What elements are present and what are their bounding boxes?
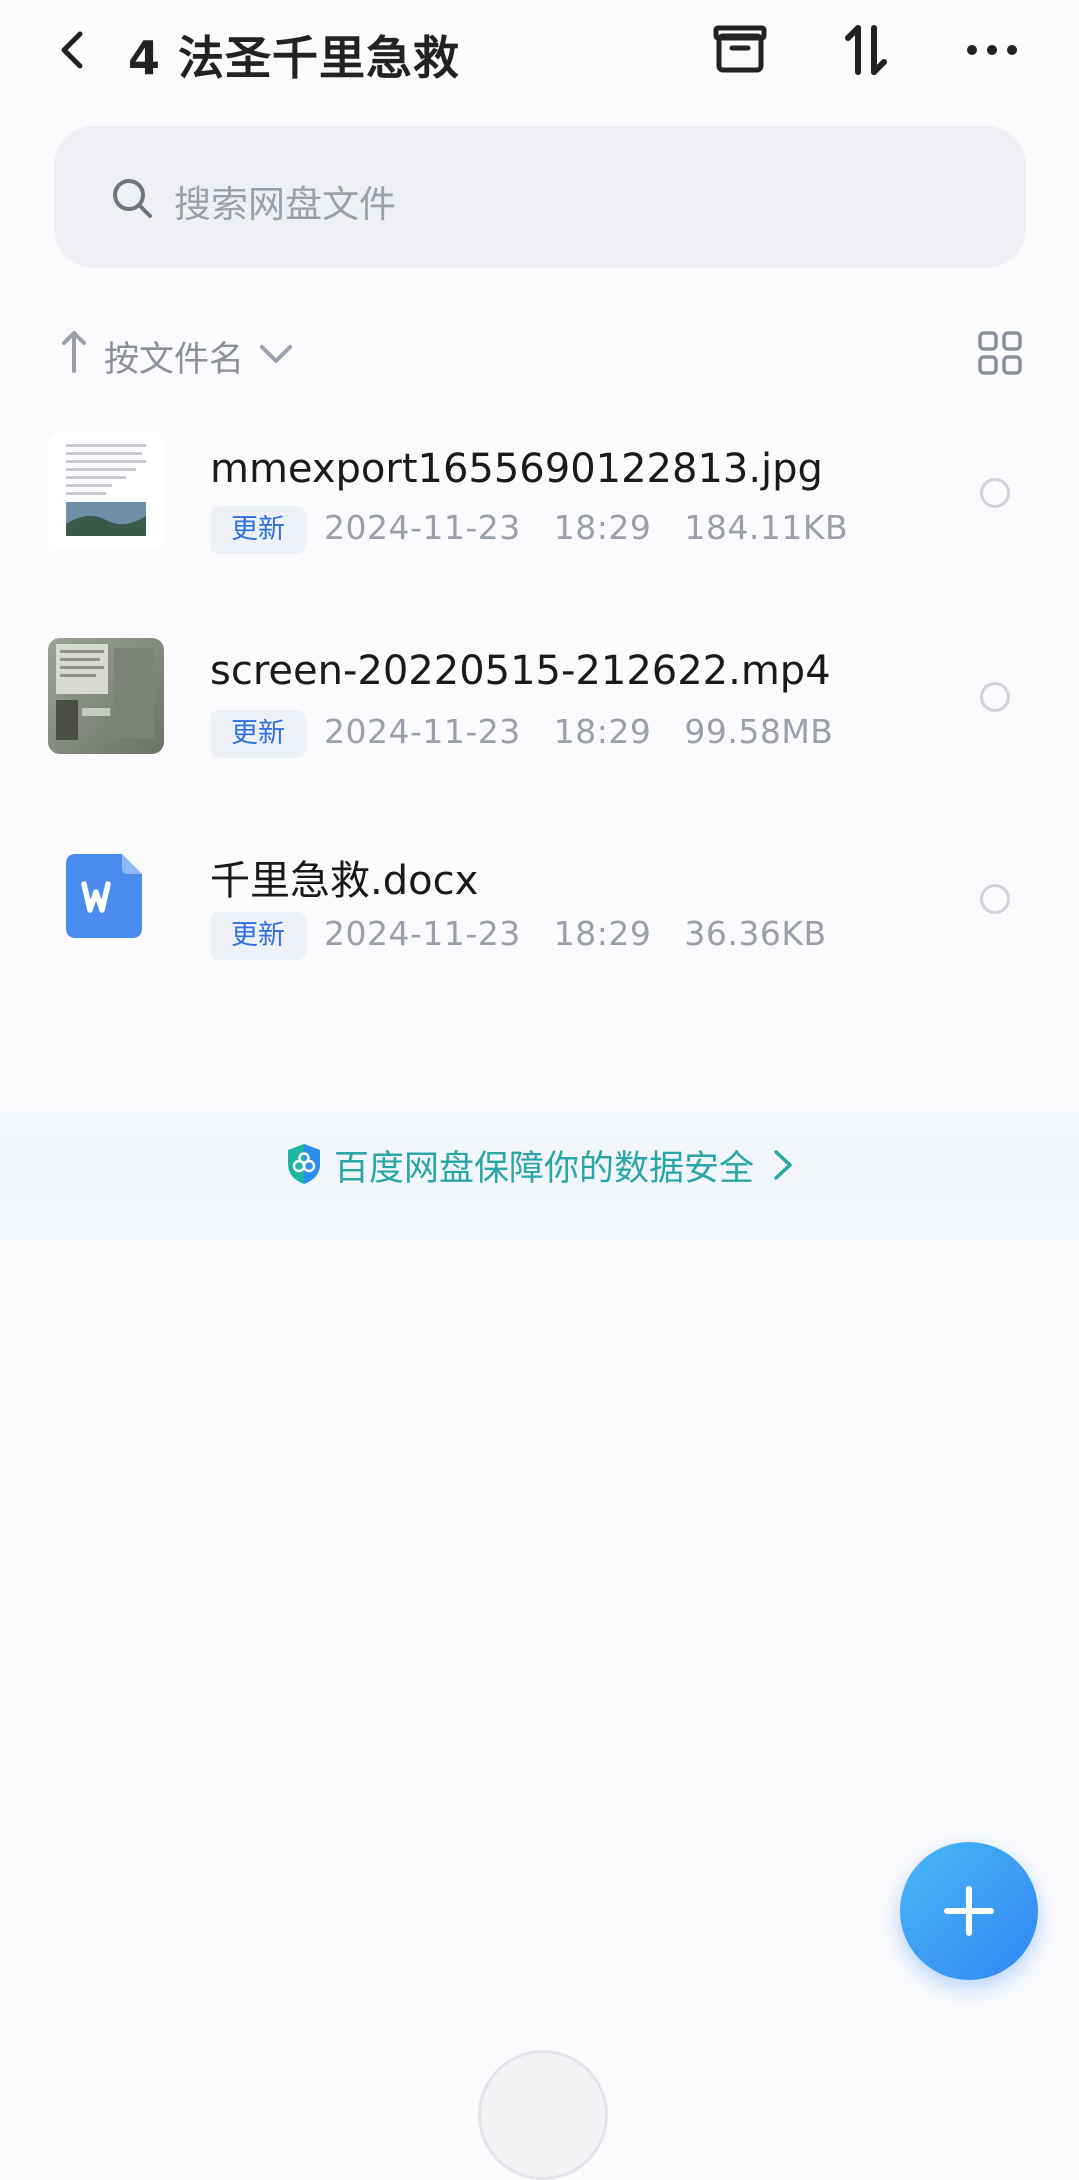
- file-name: screen-20220515-212622.mp4: [210, 648, 831, 694]
- chevron-down-icon[interactable]: [256, 337, 296, 373]
- file-date: 2024-11-23: [324, 508, 521, 547]
- word-file-icon: [66, 854, 142, 938]
- file-time: 18:29: [553, 914, 652, 953]
- file-size: 99.58MB: [684, 712, 834, 751]
- search-icon: [113, 179, 152, 218]
- file-meta: 2024-11-23 18:29 36.36KB: [324, 914, 827, 953]
- security-text: 百度网盘保障你的数据安全: [334, 1149, 755, 1189]
- more-icon[interactable]: [962, 20, 1022, 80]
- file-row[interactable]: 千里急救.docx 更新 2024-11-23 18:29 36.36KB: [0, 816, 1079, 986]
- select-radio[interactable]: [980, 478, 1010, 508]
- file-meta: 2024-11-23 18:29 99.58MB: [324, 712, 833, 751]
- file-name: 千里急救.docx: [210, 858, 479, 904]
- file-time: 18:29: [553, 508, 652, 547]
- file-row[interactable]: screen-20220515-212622.mp4 更新 2024-11-23…: [0, 612, 1079, 782]
- file-date: 2024-11-23: [324, 712, 521, 751]
- file-size: 36.36KB: [684, 914, 827, 953]
- back-icon[interactable]: [48, 24, 100, 76]
- file-name: mmexport1655690122813.jpg: [210, 446, 823, 492]
- page-title: 4 法圣千里急救: [128, 31, 461, 85]
- file-date: 2024-11-23: [324, 914, 521, 953]
- add-button[interactable]: [900, 1842, 1038, 1980]
- security-banner[interactable]: 百度网盘保障你的数据安全: [284, 1140, 804, 1190]
- update-badge: 更新: [210, 506, 306, 554]
- file-time: 18:29: [553, 712, 652, 751]
- sort-bar: 按文件名: [56, 325, 1022, 382]
- sort-arrow-up-icon[interactable]: [56, 327, 92, 377]
- video-preview-icon: [48, 638, 164, 754]
- chevron-right-icon: [774, 1150, 792, 1180]
- bottom-floating-bubble[interactable]: [478, 2050, 608, 2180]
- file-size: 184.11KB: [684, 508, 849, 547]
- image-thumbnail: [48, 432, 164, 548]
- search-placeholder: 搜索网盘文件: [174, 183, 396, 226]
- update-badge: 更新: [210, 710, 306, 758]
- grid-view-icon[interactable]: [976, 329, 1024, 377]
- select-radio[interactable]: [980, 682, 1010, 712]
- file-meta: 2024-11-23 18:29 184.11KB: [324, 508, 848, 547]
- video-thumbnail: [48, 638, 164, 754]
- sort-icon[interactable]: [836, 20, 896, 80]
- search-bar[interactable]: 搜索网盘文件: [54, 126, 1026, 268]
- plus-icon: [944, 1886, 994, 1936]
- image-preview-icon: [48, 432, 164, 548]
- update-badge: 更新: [210, 912, 306, 960]
- select-radio[interactable]: [980, 884, 1010, 914]
- word-icon: [66, 854, 142, 938]
- sort-by-name-button[interactable]: 按文件名: [104, 331, 244, 382]
- shield-icon: [288, 1144, 320, 1184]
- file-row[interactable]: mmexport1655690122813.jpg 更新 2024-11-23 …: [0, 408, 1079, 578]
- archive-icon[interactable]: [710, 20, 770, 80]
- top-bar: 4 法圣千里急救: [0, 0, 1079, 110]
